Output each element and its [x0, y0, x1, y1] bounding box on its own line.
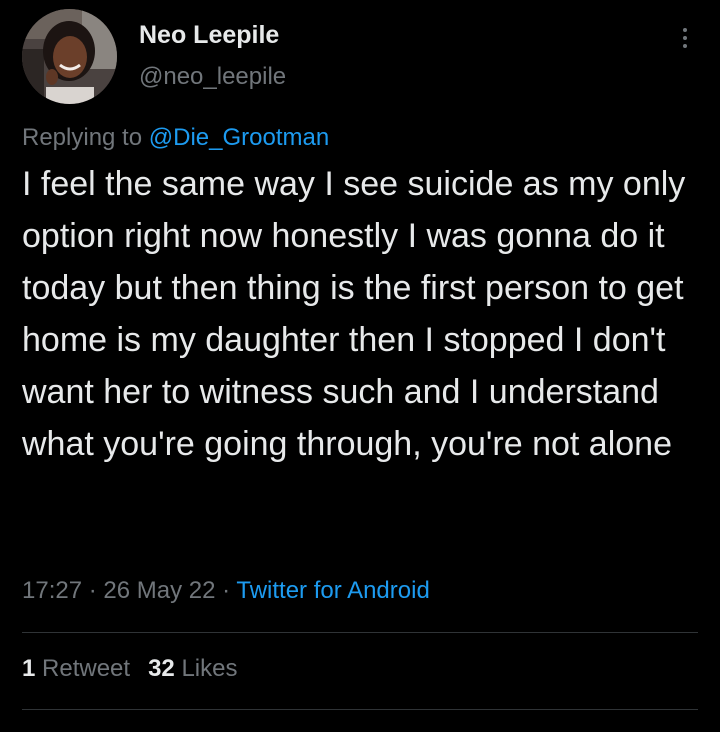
reply-mention-link[interactable]: @Die_Grootman [149, 124, 329, 151]
more-vertical-icon [683, 28, 687, 32]
likes-count: 32 [148, 655, 175, 682]
author-display-name[interactable]: Neo Leepile [139, 21, 279, 50]
likes-label: Likes [181, 655, 238, 682]
meta-separator: · [215, 577, 237, 604]
divider [22, 709, 698, 710]
profile-photo-icon [22, 9, 117, 104]
more-vertical-icon [683, 36, 687, 40]
tweet-stats: 1 Retweet 32 Likes [22, 655, 237, 683]
meta-separator: · [82, 577, 104, 604]
more-options-button[interactable] [670, 22, 700, 54]
avatar[interactable] [22, 9, 117, 104]
replying-to: Replying to @Die_Grootman [22, 124, 329, 152]
retweets-count: 1 [22, 655, 36, 682]
retweets-label: Retweet [42, 655, 131, 682]
retweets-stat[interactable]: 1 Retweet [22, 655, 130, 682]
divider [22, 632, 698, 633]
tweet-detail: Neo Leepile @neo_leepile Replying to @Di… [0, 0, 720, 732]
tweet-date[interactable]: 26 May 22 [103, 577, 215, 604]
tweet-time[interactable]: 17:27 [22, 577, 82, 604]
tweet-text: I feel the same way I see suicide as my … [22, 165, 686, 463]
replying-to-label: Replying to [22, 124, 149, 151]
more-vertical-icon [683, 44, 687, 48]
tweet-source-link[interactable]: Twitter for Android [236, 577, 429, 604]
tweet-meta: 17:27 · 26 May 22 · Twitter for Android [22, 577, 430, 605]
author-handle[interactable]: @neo_leepile [139, 63, 286, 91]
likes-stat[interactable]: 32 Likes [148, 655, 237, 682]
